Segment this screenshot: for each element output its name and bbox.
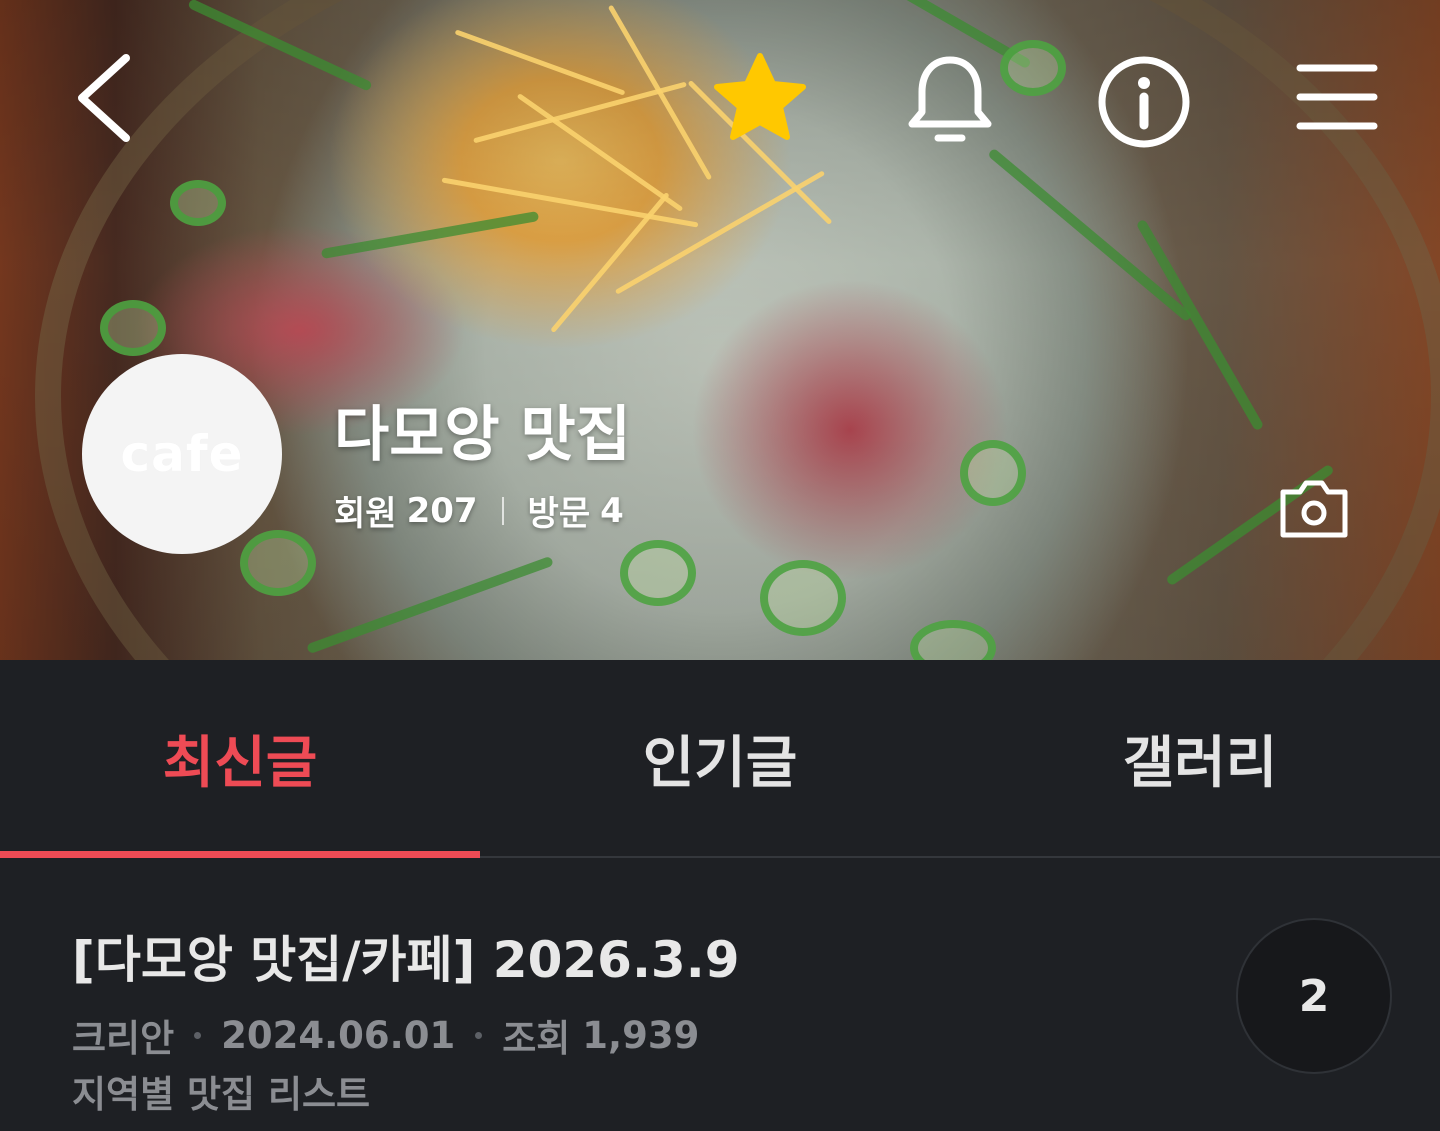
- star-icon[interactable]: [712, 50, 808, 146]
- camera-icon[interactable]: [1278, 478, 1350, 540]
- stats-divider: [501, 496, 504, 525]
- meta-dot-separator: [475, 1031, 483, 1039]
- tab-popular[interactable]: 인기글: [480, 660, 960, 856]
- bell-icon[interactable]: [902, 52, 998, 148]
- tab-popular-label: 인기글: [642, 730, 798, 796]
- post-meta: 크리안 2024.06.01 조회 1,939: [72, 1008, 699, 1062]
- post-views-count: 1,939: [582, 1013, 700, 1057]
- post-author: 크리안: [72, 1017, 175, 1060]
- meta-dot-separator: [194, 1031, 202, 1039]
- members-count: 207: [406, 490, 478, 531]
- info-icon[interactable]: [1096, 54, 1192, 150]
- post-board-name: 지역별 맛집 리스트: [72, 1073, 371, 1116]
- comment-count-badge[interactable]: 2: [1236, 918, 1392, 1074]
- post-title[interactable]: [다모앙 맛집/카페] 2026.3.9: [72, 920, 740, 992]
- board-tabs: 최신글 인기글 갤러리: [0, 660, 1440, 858]
- cafe-name[interactable]: 다모앙 맛집: [334, 386, 631, 473]
- hamburger-menu-icon[interactable]: [1294, 58, 1380, 136]
- visits-label: 방문: [527, 494, 591, 534]
- cafe-stats: 회원 207 방문 4: [334, 486, 624, 535]
- cafe-avatar-label: cafe: [120, 425, 244, 483]
- cafe-avatar[interactable]: cafe: [82, 354, 282, 554]
- back-arrow-icon[interactable]: [70, 52, 140, 144]
- tab-gallery[interactable]: 갤러리: [960, 660, 1440, 856]
- members-label: 회원: [334, 494, 397, 534]
- tab-latest-label: 최신글: [162, 730, 318, 796]
- tab-gallery-label: 갤러리: [1122, 730, 1278, 796]
- post-views-label: 조회: [502, 1017, 571, 1060]
- tab-latest[interactable]: 최신글: [0, 660, 480, 858]
- visits-count: 4: [600, 490, 624, 531]
- post-date: 2024.06.01: [221, 1013, 456, 1057]
